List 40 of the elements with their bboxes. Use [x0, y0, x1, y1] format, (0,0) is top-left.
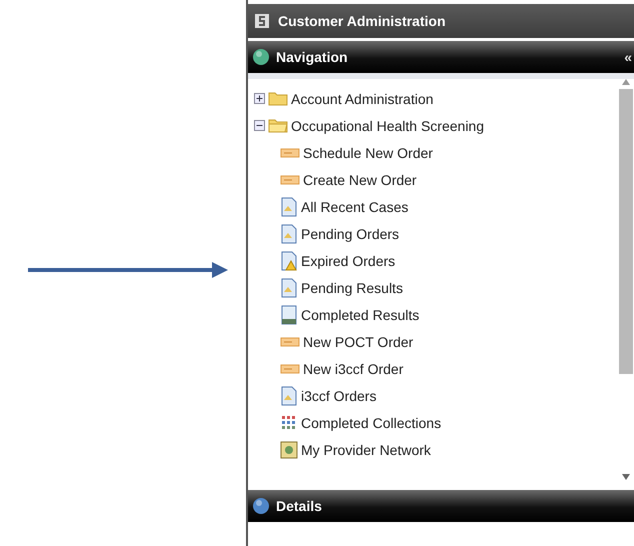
window-title: Customer Administration [278, 13, 446, 29]
tree-item[interactable]: Completed Collections [254, 409, 618, 436]
collapse-toggle-icon[interactable] [254, 120, 265, 131]
tree-item[interactable]: Account Administration [254, 85, 618, 112]
tree-item[interactable]: Create New Order [254, 166, 618, 193]
ticket-icon [280, 362, 300, 374]
collapse-button[interactable]: « [624, 49, 634, 65]
tree-item[interactable]: Pending Results [254, 274, 618, 301]
tree-item[interactable]: Completed Results [254, 301, 618, 328]
ticket-icon [280, 174, 300, 186]
expand-toggle-icon[interactable] [254, 93, 265, 104]
tree-item[interactable]: Pending Orders [254, 220, 618, 247]
sheet-icon [280, 304, 298, 324]
tree-item[interactable]: Occupational Health Screening [254, 112, 618, 139]
document-icon [280, 278, 298, 298]
folder-icon [268, 91, 288, 106]
tree-item[interactable]: i3ccf Orders [254, 382, 618, 409]
warning-document-icon [280, 250, 298, 270]
scrollbar-thumb[interactable] [619, 89, 633, 374]
grid-icon [280, 414, 298, 432]
scroll-down-icon[interactable] [622, 474, 630, 480]
tree-item[interactable]: Expired Orders [254, 247, 618, 274]
tree-item[interactable]: My Provider Network [254, 436, 618, 463]
app-logo-icon [254, 13, 270, 29]
tree-item[interactable]: New i3ccf Order [254, 355, 618, 382]
tree-item[interactable]: All Recent Cases [254, 193, 618, 220]
globe-icon [252, 48, 270, 66]
scroll-up-icon[interactable] [622, 79, 630, 85]
ticket-icon [280, 146, 300, 158]
details-title: Details [276, 498, 323, 514]
document-icon [280, 386, 298, 406]
document-icon [280, 224, 298, 244]
tree-item[interactable]: Schedule New Order [254, 139, 618, 166]
tree-item[interactable]: New POCT Order [254, 328, 618, 355]
navigation-title: Navigation [276, 49, 349, 65]
open-folder-icon [268, 118, 288, 133]
info-icon [252, 497, 270, 515]
document-icon [280, 196, 298, 216]
ticket-icon [280, 336, 300, 348]
network-icon [280, 440, 298, 458]
